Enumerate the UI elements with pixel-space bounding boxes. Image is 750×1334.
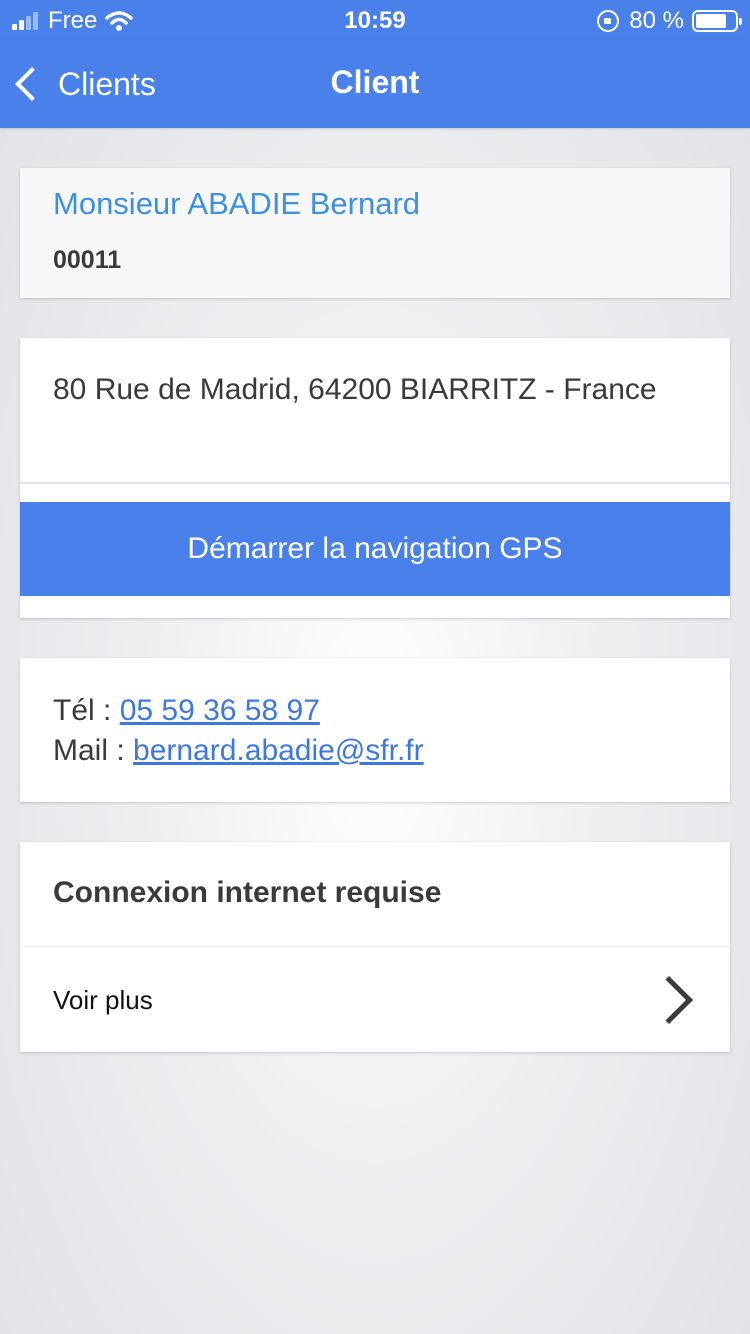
- internet-required-card: Connexion internet requise Voir plus: [20, 842, 730, 1052]
- email-link[interactable]: bernard.abadie@sfr.fr: [133, 734, 424, 767]
- phone-link[interactable]: 05 59 36 58 97: [120, 694, 320, 727]
- navigation-bar: Clients Client: [0, 40, 750, 128]
- phone-label: Tél :: [53, 694, 120, 727]
- battery-level: [696, 14, 727, 28]
- divider: [20, 482, 730, 484]
- address-text: 80 Rue de Madrid, 64200 BIARRITZ - Franc…: [53, 373, 657, 406]
- battery-percent: 80 %: [629, 7, 684, 34]
- section-title: Connexion internet requise: [53, 876, 442, 909]
- client-header-card: Monsieur ABADIE Bernard 00011: [20, 168, 730, 298]
- see-more-row[interactable]: Voir plus: [20, 947, 730, 1052]
- start-gps-navigation-button[interactable]: Démarrer la navigation GPS: [20, 502, 730, 596]
- see-more-label: Voir plus: [53, 985, 153, 1015]
- address-card: 80 Rue de Madrid, 64200 BIARRITZ - Franc…: [20, 338, 730, 618]
- status-bar-right: 80 %: [597, 7, 742, 35]
- contact-card: Tél : 05 59 36 58 97 Mail : bernard.abad…: [20, 658, 730, 802]
- status-bar: Free 10:59 80 %: [0, 0, 750, 40]
- orientation-lock-icon: [597, 10, 620, 32]
- phone-row: Tél : 05 59 36 58 97: [53, 694, 320, 728]
- page-title: Client: [330, 64, 420, 100]
- email-row: Mail : bernard.abadie@sfr.fr: [53, 734, 424, 768]
- client-name: Monsieur ABADIE Bernard: [53, 186, 421, 221]
- client-code: 00011: [53, 246, 122, 274]
- chevron-right-icon: [644, 975, 694, 1025]
- battery-icon: [692, 10, 742, 32]
- email-label: Mail :: [53, 734, 134, 767]
